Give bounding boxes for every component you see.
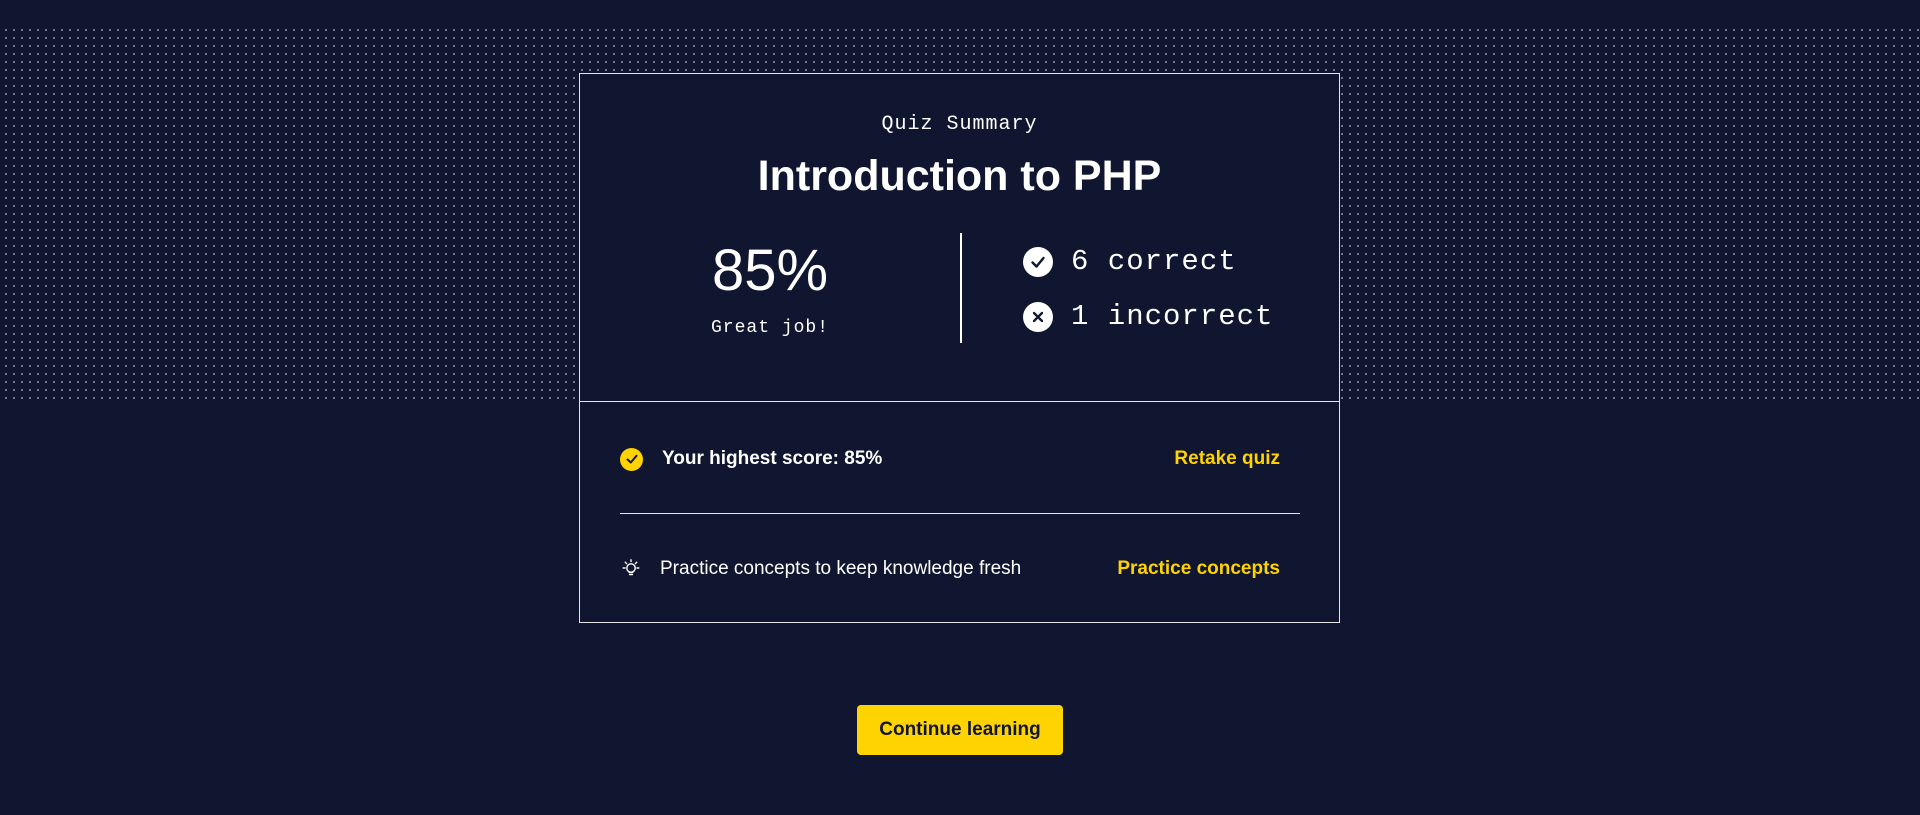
summary-panel: Quiz Summary Introduction to PHP 85% Gre… <box>580 74 1339 402</box>
practice-concepts-link[interactable]: Practice concepts <box>1117 558 1280 580</box>
incorrect-count-row: 1 incorrect <box>1023 300 1273 333</box>
practice-text: Practice concepts to keep knowledge fres… <box>660 558 1022 579</box>
highest-score-text: Your highest score: 85% <box>662 448 883 469</box>
continue-learning-button[interactable]: Continue learning <box>857 705 1063 755</box>
score-message: Great job! <box>710 318 830 338</box>
quiz-title: Introduction to PHP <box>757 152 1162 200</box>
correct-count-row: 6 correct <box>1023 245 1237 278</box>
highest-score-row: Your highest score: 85% Retake quiz <box>620 444 1280 474</box>
incorrect-count-label: 1 incorrect <box>1071 300 1274 333</box>
check-circle-icon <box>620 447 643 471</box>
check-circle-icon <box>1023 246 1053 277</box>
quiz-summary-page: Quiz Summary Introduction to PHP 85% Gre… <box>0 0 1920 815</box>
eyebrow-label: Quiz Summary <box>881 113 1038 136</box>
practice-row: Practice concepts to keep knowledge fres… <box>620 554 1280 584</box>
retake-quiz-link[interactable]: Retake quiz <box>1174 448 1280 470</box>
vertical-divider <box>960 233 962 343</box>
score-percentage: 85% <box>711 238 829 303</box>
x-circle-icon <box>1023 301 1053 332</box>
quiz-summary-card: Quiz Summary Introduction to PHP 85% Gre… <box>579 73 1340 623</box>
lightbulb-icon <box>620 558 642 580</box>
correct-count-label: 6 correct <box>1071 245 1237 278</box>
section-divider <box>620 513 1300 514</box>
